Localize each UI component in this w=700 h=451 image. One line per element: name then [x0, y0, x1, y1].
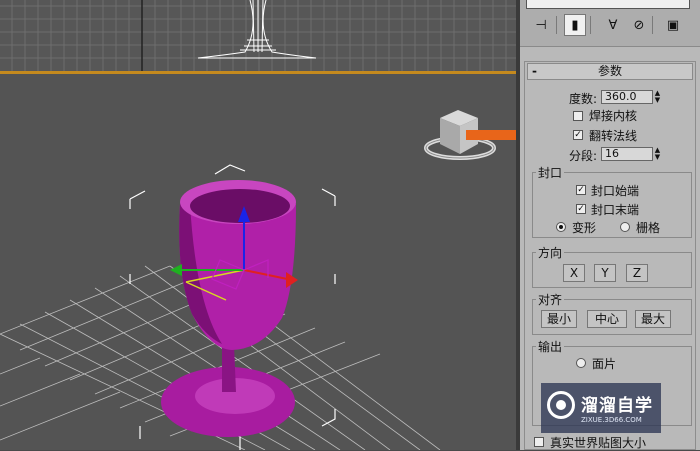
watermark-subtitle: ZIXUE.3D66.COM [581, 416, 642, 424]
capping-title: 封口 [536, 164, 565, 181]
pin-stack-button[interactable]: ⊣ [530, 14, 552, 36]
degrees-spinner[interactable]: 360.0 [601, 90, 653, 104]
cap-start-checkbox[interactable]: ✓ [576, 185, 586, 195]
watermark: 溜溜自学 ZIXUE.3D66.COM [541, 383, 661, 433]
collapse-toggle[interactable]: - [532, 64, 537, 79]
configure-sets-button[interactable]: ▣ [662, 14, 684, 36]
watermark-title: 溜溜自学 [581, 396, 653, 416]
cap-end-label: 封口末端 [591, 203, 640, 217]
segments-label: 分段: [569, 149, 598, 163]
align-title: 对齐 [536, 291, 565, 308]
align-min-button[interactable]: 最小 [541, 310, 577, 328]
direction-z-button[interactable]: Z [626, 264, 648, 282]
segments-spinner-arrows[interactable]: ▲ ▼ [653, 147, 662, 161]
toolbar-separator [652, 16, 653, 34]
segments-spinner[interactable]: 16 [601, 147, 653, 161]
grid-label: 栅格 [636, 221, 661, 235]
top-viewport[interactable] [0, 0, 516, 72]
cap-start-label: 封口始端 [591, 184, 640, 198]
weld-core-checkbox[interactable] [573, 111, 583, 121]
real-world-map-label: 真实世界贴图大小 [550, 436, 647, 450]
degrees-label: 度数: [569, 92, 598, 106]
show-end-result-icon: ∀ [608, 17, 618, 33]
cap-end-checkbox[interactable]: ✓ [576, 204, 586, 214]
align-max-button[interactable]: 最大 [635, 310, 671, 328]
pin-icon: ⊣ [535, 17, 547, 33]
morph-radio[interactable] [556, 222, 566, 232]
perspective-viewport[interactable] [0, 74, 516, 450]
degrees-spinner-arrows[interactable]: ▲ ▼ [653, 90, 662, 104]
perspective-scene [0, 110, 516, 450]
output-title: 输出 [536, 338, 565, 355]
real-world-map-checkbox[interactable] [534, 437, 544, 447]
show-end-result-button[interactable]: ▮ [564, 14, 586, 36]
direction-x-button[interactable]: X [563, 264, 585, 282]
weld-core-label: 焊接内核 [589, 109, 638, 123]
top-viewport-grid [0, 0, 516, 72]
morph-label: 变形 [572, 221, 597, 235]
modifier-toolbar: ⊣ ▮ ∀ ⊘ ▣ [520, 0, 700, 47]
rollout-header[interactable]: - 参数 [527, 63, 693, 80]
modifier-stack-icon: ▮ [571, 17, 579, 33]
toolbar-separator [590, 16, 591, 34]
make-unique-button[interactable]: ∀ [602, 14, 624, 36]
object-name-field[interactable] [526, 0, 690, 9]
rollout-title: 参数 [597, 64, 622, 78]
remove-modifier-button[interactable]: ⊘ [628, 14, 650, 36]
watermark-logo-icon [547, 391, 575, 419]
make-unique-icon: ⊘ [633, 17, 645, 33]
flip-normals-label: 翻转法线 [589, 129, 638, 143]
patch-label: 面片 [592, 357, 617, 371]
toolbar-separator [556, 16, 557, 34]
direction-title: 方向 [536, 244, 565, 261]
patch-radio[interactable] [576, 358, 586, 368]
flip-normals-checkbox[interactable]: ✓ [573, 130, 583, 140]
direction-y-button[interactable]: Y [594, 264, 616, 282]
align-center-button[interactable]: 中心 [587, 310, 627, 328]
grid-radio[interactable] [620, 222, 630, 232]
configure-sets-icon: ▣ [666, 17, 680, 33]
